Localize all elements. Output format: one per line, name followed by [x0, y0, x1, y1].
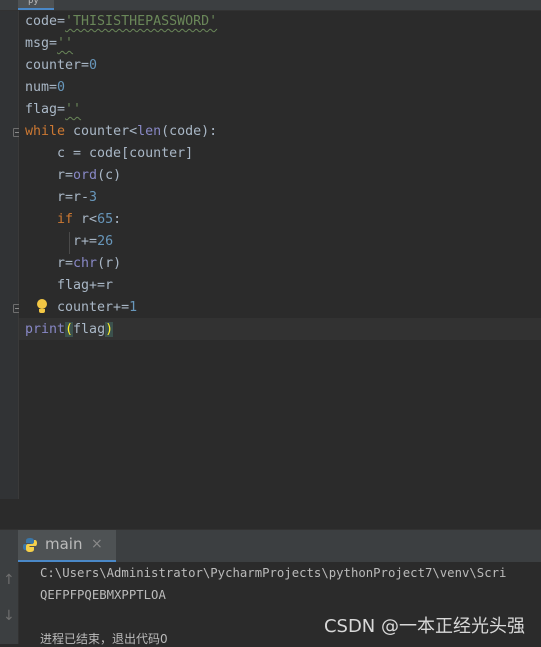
code-token: r+= — [25, 234, 98, 249]
code-token: '' — [57, 36, 74, 51]
code-token: '' — [65, 102, 82, 117]
code-line[interactable]: r+=26 — [25, 231, 217, 253]
code-line[interactable]: counter=0 — [25, 55, 217, 77]
console-exit-status: 进程已结束，退出代码0 — [40, 632, 168, 646]
code-token: 1 — [129, 300, 138, 315]
editor-tab-active[interactable]: py — [18, 0, 54, 10]
code-token: (code): — [161, 124, 218, 139]
code-line[interactable]: if r<65: — [25, 209, 217, 231]
run-tab-main[interactable]: main × — [18, 530, 116, 563]
code-token: flag — [73, 322, 106, 337]
code-token: 26 — [97, 234, 114, 249]
code-token: 0 — [89, 58, 98, 73]
code-token: 3 — [89, 190, 98, 205]
code-token: counter< — [65, 124, 138, 139]
arrow-down-icon[interactable]: ↓ — [3, 608, 15, 624]
arrow-up-icon[interactable]: ↑ — [3, 572, 15, 588]
code-token: code= — [25, 14, 66, 29]
code-line[interactable]: flag='' — [25, 99, 217, 121]
code-editor[interactable]: code='THISISTHEPASSWORD' msg='' counter=0 n… — [19, 11, 541, 499]
code-line[interactable]: msg='' — [25, 33, 217, 55]
code-line[interactable]: r=r-3 — [25, 187, 217, 209]
code-token: ( — [65, 322, 74, 337]
code-token: counter= — [25, 58, 90, 73]
code-token: msg= — [25, 36, 58, 51]
run-tab-label: main — [45, 535, 83, 553]
console-command: C:\Users\Administrator\PycharmProjects\p… — [40, 566, 507, 580]
code-token: (c) — [97, 168, 122, 183]
code-line[interactable]: while counter<len(code): — [25, 121, 217, 143]
editor-gutter — [0, 11, 22, 499]
code-token: r= — [25, 168, 74, 183]
console-toolbar: ↑ ↓ — [0, 562, 19, 644]
code-token: (r) — [97, 256, 122, 271]
code-token: 'THISISTHEPASSWORD' — [65, 14, 218, 29]
code-line[interactable]: counter+=1 — [25, 297, 217, 319]
code-token: chr — [73, 256, 98, 271]
code-lines: code='THISISTHEPASSWORD' msg='' counter=0 n… — [25, 11, 217, 341]
code-token: c = code[counter] — [25, 146, 194, 161]
editor-tab-label: py — [28, 0, 39, 6]
code-token: r< — [73, 212, 98, 227]
lightbulb-icon[interactable] — [35, 299, 49, 315]
code-token: flag+=r — [25, 278, 114, 293]
watermark: CSDN @一本正经光头强 — [323, 616, 525, 637]
code-token: r= — [25, 256, 74, 271]
code-line[interactable]: code='THISISTHEPASSWORD' — [25, 11, 217, 33]
console-result: QEFPFPQEBMXPPTLOA — [40, 588, 166, 602]
close-icon[interactable]: × — [91, 536, 103, 552]
code-token: ) — [105, 322, 114, 337]
code-line[interactable]: num=0 — [25, 77, 217, 99]
code-line[interactable]: flag+=r — [25, 275, 217, 297]
python-icon — [23, 538, 37, 552]
code-token: r=r- — [25, 190, 90, 205]
code-token: num= — [25, 80, 58, 95]
code-token: ord — [73, 168, 98, 183]
code-token: : — [113, 212, 122, 227]
code-line[interactable]: c = code[counter] — [25, 143, 217, 165]
code-line[interactable]: r=ord(c) — [25, 165, 217, 187]
code-token: 65 — [97, 212, 114, 227]
editor-tab-strip: py — [0, 0, 541, 11]
code-token: flag= — [25, 102, 66, 117]
code-token: 0 — [57, 80, 66, 95]
code-token: while — [25, 124, 66, 139]
code-token: print — [25, 322, 66, 337]
code-token: if — [57, 212, 74, 227]
code-token: len — [137, 124, 162, 139]
code-line[interactable]: print(flag) — [25, 319, 217, 341]
editor-bottom-area — [0, 499, 541, 530]
code-line[interactable]: r=chr(r) — [25, 253, 217, 275]
run-tool-window-header: main × — [0, 530, 541, 563]
